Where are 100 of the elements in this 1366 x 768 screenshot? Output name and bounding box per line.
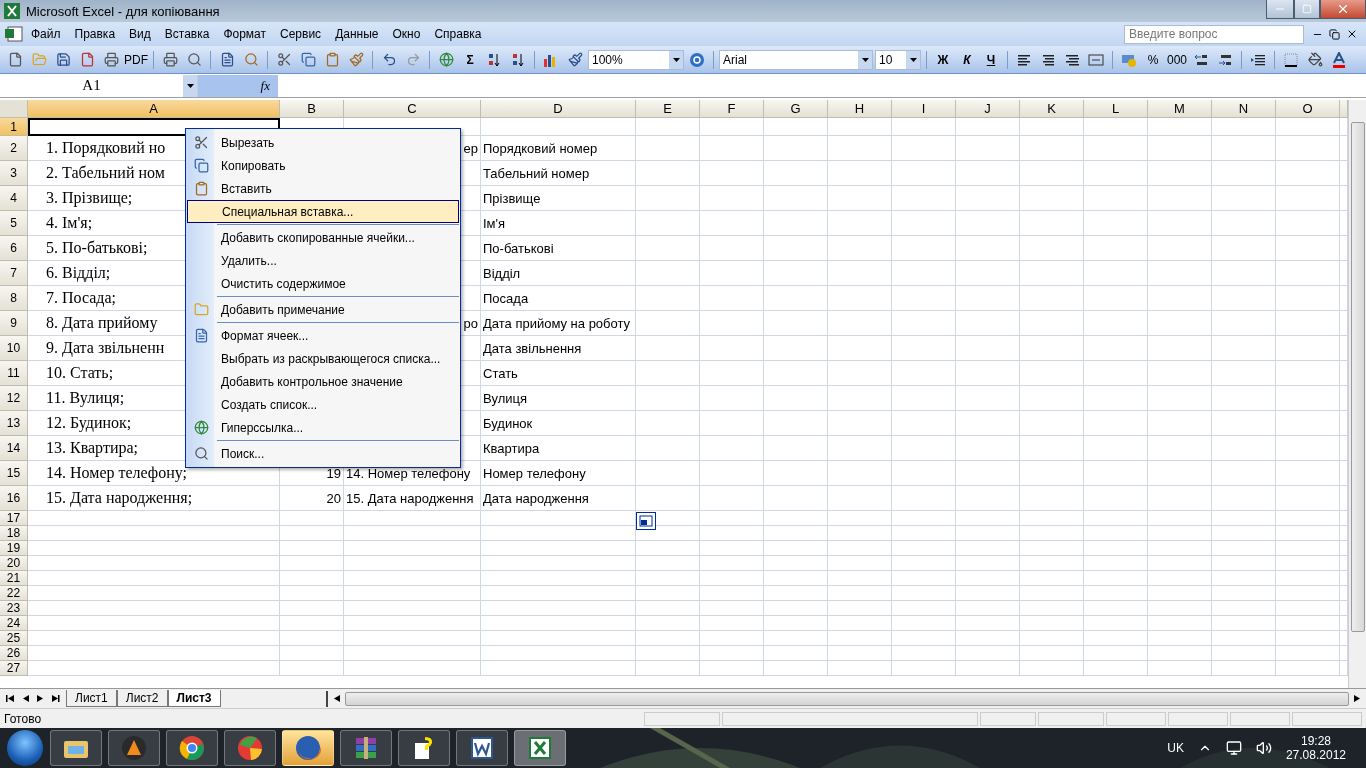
row-header[interactable]: 12 [0, 386, 28, 411]
taskbar-button[interactable] [50, 730, 102, 766]
prev-sheet-icon[interactable] [21, 694, 30, 703]
column-header[interactable]: M [1148, 100, 1212, 118]
sheet-tab[interactable]: Лист1 [66, 690, 117, 707]
column-header[interactable]: A [28, 100, 280, 118]
taskbar-button[interactable] [224, 730, 276, 766]
row-header[interactable]: 22 [0, 586, 28, 601]
bold-button[interactable]: Ж [932, 48, 954, 71]
row-header[interactable]: 18 [0, 526, 28, 541]
column-header[interactable]: F [700, 100, 764, 118]
menu-item[interactable]: Данные [328, 27, 386, 41]
restore-icon[interactable] [1329, 28, 1340, 40]
menu-item[interactable]: Справка [427, 27, 489, 41]
taskbar-button[interactable] [282, 730, 334, 766]
column-header[interactable]: D [481, 100, 636, 118]
next-sheet-icon[interactable] [36, 694, 45, 703]
autosum-button[interactable]: Σ [459, 48, 481, 71]
dropdown-arrow-icon[interactable] [861, 57, 869, 62]
menu-item[interactable]: Специальная вставка... [187, 200, 459, 223]
row-header[interactable]: 21 [0, 571, 28, 586]
last-sheet-icon[interactable] [51, 694, 60, 703]
column-header[interactable]: B [280, 100, 344, 118]
row-header[interactable]: 15 [0, 461, 28, 486]
minimize-button[interactable] [1266, 0, 1294, 19]
column-header[interactable]: O [1276, 100, 1340, 118]
taskbar-button[interactable] [340, 730, 392, 766]
taskbar-button[interactable] [398, 730, 450, 766]
row-header[interactable]: 20 [0, 556, 28, 571]
row-header[interactable]: 6 [0, 236, 28, 261]
font-combo[interactable]: Arial [719, 49, 873, 70]
row-header[interactable]: 5 [0, 211, 28, 236]
sheet-tab[interactable]: Лист2 [116, 690, 168, 707]
thousands-button[interactable]: 000 [1166, 48, 1188, 71]
taskbar-button[interactable] [108, 730, 160, 766]
row-header[interactable]: 14 [0, 436, 28, 461]
vertical-scrollbar[interactable] [1348, 100, 1366, 688]
font-size-combo[interactable]: 10 [875, 49, 921, 70]
column-header[interactable]: H [828, 100, 892, 118]
column-header[interactable]: I [892, 100, 956, 118]
close-icon[interactable] [1346, 28, 1358, 40]
row-header[interactable]: 19 [0, 541, 28, 556]
row-header[interactable]: 9 [0, 311, 28, 336]
menu-item[interactable]: Правка [67, 27, 123, 41]
menu-item[interactable]: Окно [385, 27, 428, 41]
row-header[interactable]: 7 [0, 261, 28, 286]
table-cell [956, 161, 1020, 186]
dropdown-arrow-icon[interactable] [909, 57, 917, 62]
underline-button[interactable]: Ч [980, 48, 1002, 71]
percent-button[interactable]: % [1142, 48, 1164, 71]
paste-options-icon[interactable] [636, 512, 656, 530]
menu-item[interactable]: Вставка [157, 27, 217, 41]
row-header[interactable]: 27 [0, 661, 28, 676]
clock[interactable]: 19:28 27.08.2012 [1285, 734, 1346, 762]
row-header[interactable]: 24 [0, 616, 28, 631]
row-header[interactable]: 10 [0, 336, 28, 361]
scroll-right-icon[interactable] [1353, 694, 1362, 703]
row-header[interactable]: 23 [0, 601, 28, 616]
pdf-button[interactable]: PDF [124, 48, 148, 71]
row-header[interactable]: 1 [0, 118, 28, 136]
zoom-combo[interactable]: 100% [588, 49, 684, 70]
close-button[interactable] [1320, 0, 1366, 19]
column-header[interactable]: C [344, 100, 481, 118]
menu-item[interactable]: Файл [24, 27, 68, 41]
row-header[interactable]: 3 [0, 161, 28, 186]
column-header[interactable]: J [956, 100, 1020, 118]
maximize-button[interactable] [1294, 0, 1320, 19]
row-header[interactable]: 26 [0, 646, 28, 661]
row-header[interactable]: 4 [0, 186, 28, 211]
first-sheet-icon[interactable] [6, 694, 15, 703]
table-cell [828, 118, 892, 136]
workbook-icon[interactable] [4, 25, 24, 43]
sheet-tab[interactable]: Лист3 [167, 690, 221, 707]
row-header[interactable]: 25 [0, 631, 28, 646]
dropdown-arrow-icon[interactable] [672, 57, 680, 62]
help-search-field[interactable]: Введите вопрос [1124, 24, 1304, 44]
menu-item[interactable]: Вид [122, 27, 158, 41]
row-header[interactable]: 13 [0, 411, 28, 436]
row-header[interactable]: 16 [0, 486, 28, 511]
column-header[interactable]: N [1212, 100, 1276, 118]
volume-icon[interactable] [1255, 740, 1272, 756]
scroll-left-icon[interactable] [332, 694, 341, 703]
dropdown-arrow-icon[interactable] [186, 83, 194, 88]
language-indicator[interactable]: UK [1167, 741, 1184, 755]
row-header[interactable]: 2 [0, 136, 28, 161]
taskbar-button[interactable] [456, 730, 508, 766]
row-header[interactable]: 17 [0, 511, 28, 526]
taskbar-button[interactable] [514, 730, 566, 766]
menu-item[interactable]: Сервис [273, 27, 329, 41]
column-header[interactable]: L [1084, 100, 1148, 118]
column-header[interactable]: K [1020, 100, 1084, 118]
menu-item[interactable]: Формат [216, 27, 274, 41]
row-header[interactable]: 8 [0, 286, 28, 311]
column-header[interactable]: G [764, 100, 828, 118]
network-icon[interactable] [1225, 740, 1242, 756]
taskbar-button[interactable] [166, 730, 218, 766]
italic-button[interactable]: К [956, 48, 978, 71]
row-header[interactable]: 11 [0, 361, 28, 386]
column-header[interactable]: E [636, 100, 700, 118]
insert-function-button[interactable]: fx [198, 74, 278, 97]
